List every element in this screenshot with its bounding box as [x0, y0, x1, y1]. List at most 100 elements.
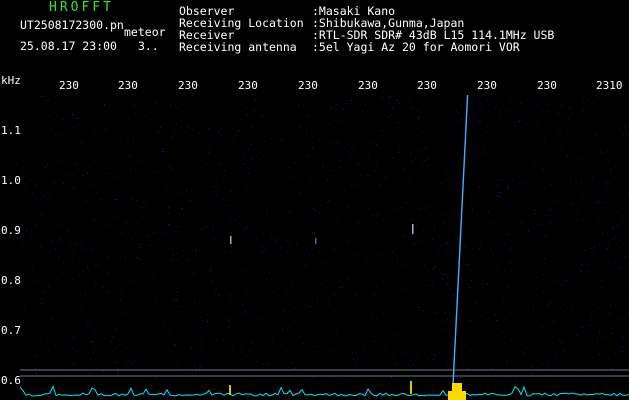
noise-pixel [454, 214, 456, 216]
noise-pixel [470, 201, 471, 203]
noise-pixel [357, 285, 358, 287]
noise-pixel [229, 325, 231, 327]
noise-pixel [216, 107, 218, 109]
noise-pixel [274, 131, 276, 133]
noise-pixel [223, 204, 225, 206]
noise-pixel [516, 169, 518, 171]
noise-pixel [296, 165, 298, 167]
noise-pixel [489, 141, 491, 143]
noise-pixel [427, 350, 429, 352]
noise-pixel [522, 223, 524, 225]
noise-pixel [140, 207, 141, 209]
noise-pixel [622, 134, 624, 136]
noise-pixel [619, 128, 621, 130]
noise-pixel [488, 211, 490, 212]
noise-pixel [587, 196, 589, 198]
noise-pixel [93, 363, 95, 365]
noise-pixel [543, 168, 545, 170]
noise-pixel [434, 229, 435, 231]
noise-pixel [250, 362, 252, 364]
noise-pixel [90, 358, 91, 360]
noise-pixel [103, 286, 105, 287]
noise-pixel [617, 225, 619, 227]
noise-pixel [503, 210, 505, 212]
noise-pixel [336, 330, 338, 332]
noise-pixel [593, 329, 595, 331]
noise-pixel [52, 153, 54, 155]
noise-pixel [378, 181, 380, 183]
noise-pixel [464, 101, 466, 103]
noise-pixel [212, 226, 214, 228]
noise-pixel [544, 142, 546, 143]
noise-pixel [593, 247, 595, 249]
noise-pixel [44, 166, 45, 167]
noise-pixel [502, 300, 504, 302]
noise-pixel [129, 168, 131, 170]
noise-pixel [300, 115, 302, 116]
noise-pixel [76, 125, 78, 126]
noise-pixel [263, 363, 265, 365]
noise-pixel [608, 244, 610, 246]
noise-pixel [554, 279, 556, 281]
noise-pixel [546, 110, 548, 112]
noise-pixel [495, 184, 497, 186]
noise-pixel [433, 268, 435, 270]
noise-pixel [152, 172, 153, 174]
noise-pixel [156, 300, 158, 302]
noise-pixel [558, 201, 560, 202]
noise-pixel [318, 211, 320, 213]
noise-pixel [214, 186, 216, 188]
noise-pixel [491, 222, 493, 224]
noise-pixel [248, 351, 250, 353]
noise-pixel [503, 242, 505, 244]
noise-pixel [572, 188, 574, 190]
noise-pixel [625, 125, 626, 127]
noise-pixel [444, 311, 446, 313]
noise-pixel [68, 353, 70, 355]
noise-pixel [499, 113, 501, 115]
spectrogram [20, 95, 629, 400]
noise-pixel [42, 291, 44, 293]
noise-pixel [586, 364, 588, 366]
noise-pixel [221, 134, 222, 136]
y-tick-label: 0.8 [1, 274, 21, 287]
noise-blip [315, 238, 317, 244]
noise-pixel [333, 238, 335, 240]
noise-pixel [174, 171, 176, 173]
noise-pixel [265, 250, 266, 252]
noise-pixel [580, 271, 581, 273]
noise-pixel [75, 337, 77, 339]
noise-pixel [60, 368, 62, 370]
noise-pixel [273, 262, 275, 264]
noise-pixel [498, 192, 500, 194]
noise-pixel [445, 214, 447, 216]
noise-pixel [442, 102, 443, 104]
noise-pixel [493, 291, 494, 293]
noise-pixel [561, 148, 563, 150]
noise-pixel [73, 278, 75, 280]
noise-pixel [21, 243, 23, 245]
noise-pixel [304, 263, 306, 265]
noise-pixel [63, 192, 65, 194]
noise-pixel [347, 144, 348, 145]
noise-pixel [199, 181, 201, 183]
noise-pixel [215, 288, 217, 290]
noise-pixel [48, 274, 50, 276]
noise-pixel [196, 238, 198, 240]
noise-pixel [57, 352, 59, 354]
noise-pixel [595, 220, 597, 222]
noise-pixel [37, 177, 39, 179]
noise-pixel [312, 333, 314, 335]
noise-pixel [180, 155, 182, 157]
noise-pixel [152, 276, 154, 278]
noise-pixel [599, 331, 601, 333]
noise-pixel [250, 158, 252, 160]
noise-pixel [366, 257, 368, 259]
noise-pixel [39, 303, 41, 305]
noise-pixel [587, 234, 588, 236]
noise-pixel [586, 165, 588, 167]
noise-pixel [347, 206, 349, 208]
noise-pixel [227, 143, 229, 145]
x-tick-label: 230 [537, 79, 557, 92]
noise-pixel [564, 123, 566, 125]
